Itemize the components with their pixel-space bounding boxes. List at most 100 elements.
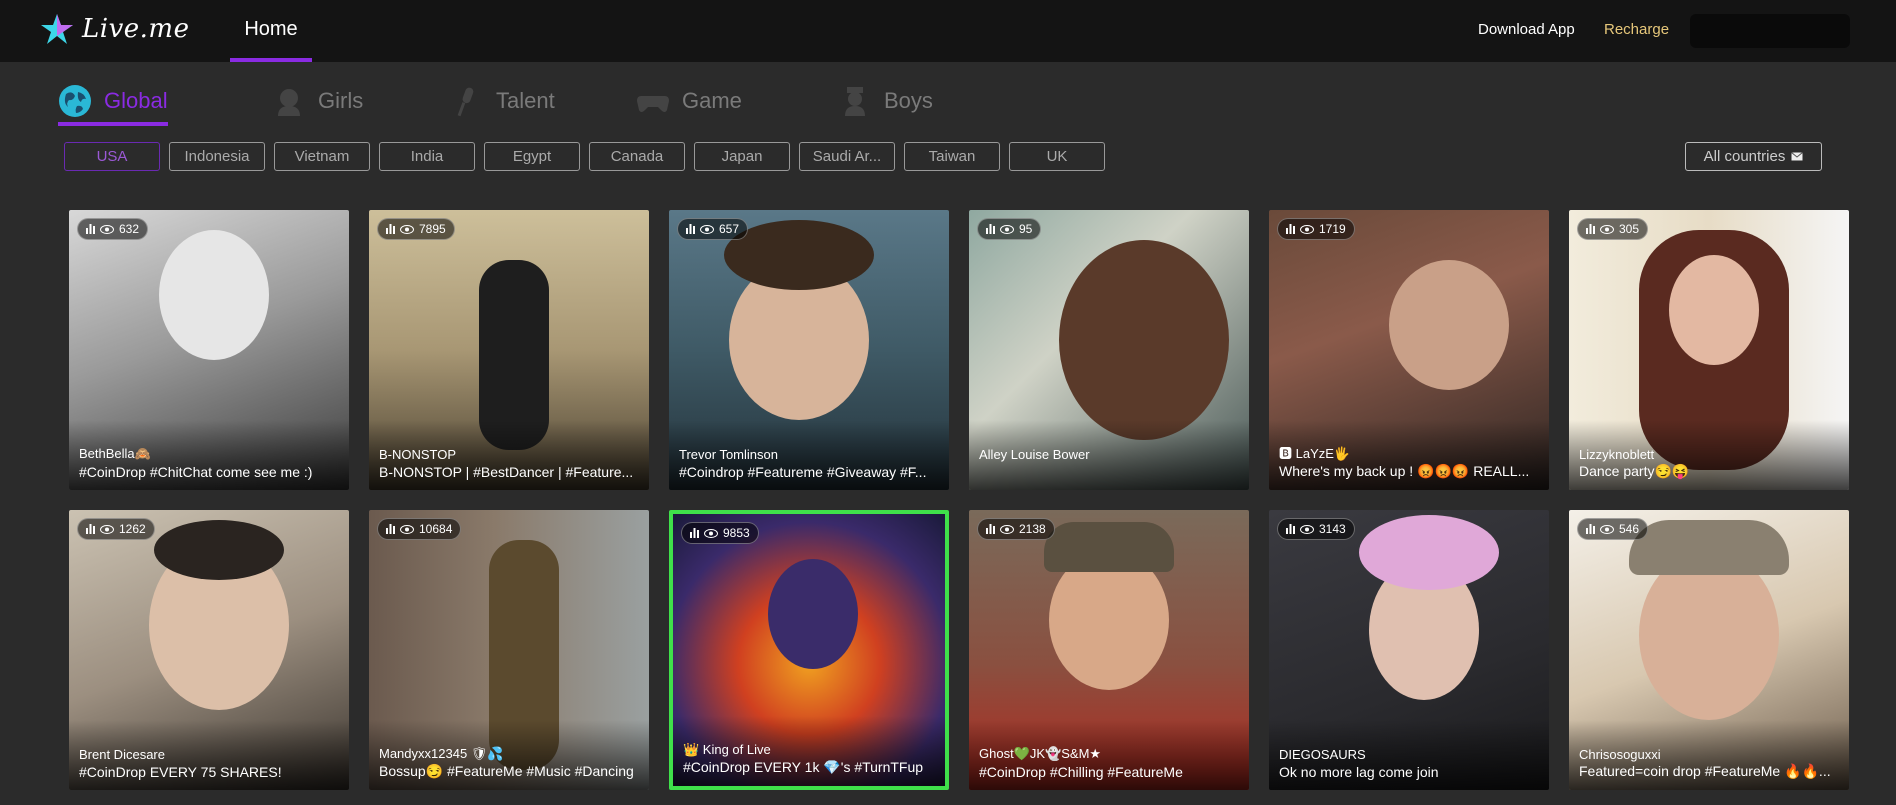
streamer-name: Lizzyknoblett — [1579, 447, 1655, 462]
country-saudi-arabia[interactable]: Saudi Ar... — [799, 142, 895, 171]
eye-icon — [1000, 224, 1014, 234]
eye-icon — [100, 524, 114, 534]
globe-icon — [59, 85, 91, 117]
live-bars-icon — [686, 224, 695, 234]
viewer-badge: 3143 — [1277, 518, 1355, 540]
tab-talent-label: Talent — [496, 88, 555, 113]
stream-card[interactable]: 546 Chrisosoguxxi Featured=coin drop #Fe… — [1569, 510, 1849, 790]
download-app-link[interactable]: Download App — [1478, 21, 1575, 38]
tab-talent[interactable]: Talent — [450, 78, 555, 124]
viewer-badge: 305 — [1577, 218, 1649, 240]
streamer-name: Brent Dicesare — [79, 747, 165, 762]
stream-card[interactable]: 657 Trevor Tomlinson #Coindrop #Featurem… — [669, 210, 949, 490]
viewer-count: 10684 — [419, 522, 453, 536]
viewer-badge: 1262 — [77, 518, 155, 540]
streamer-name: Mandyxx12345 🛡💦 — [379, 746, 504, 761]
stream-title: #Coindrop #Featureme #Giveaway #F... — [679, 464, 927, 480]
stream-thumbnail-cap — [1044, 522, 1174, 572]
live-bars-icon — [1586, 524, 1595, 534]
stream-title: B-NONSTOP | #BestDancer | #Feature... — [379, 464, 634, 480]
stream-title: Ok no more lag come join — [1279, 764, 1439, 780]
stream-title: #CoinDrop EVERY 1k 💎's #TurnTFup — [683, 759, 924, 775]
country-usa[interactable]: USA — [64, 142, 160, 171]
country-egypt[interactable]: Egypt — [484, 142, 580, 171]
recharge-link[interactable]: Recharge — [1604, 21, 1669, 38]
eye-icon — [100, 224, 114, 234]
stream-card[interactable]: 1719 🅱 LaYzE🖐 Where's my back up ! 😡😡😡 R… — [1269, 210, 1549, 490]
stream-card[interactable]: 3143 DIEGOSAURS Ok no more lag come join — [1269, 510, 1549, 790]
live-bars-icon — [1286, 224, 1295, 234]
stream-card[interactable]: 632 BethBella🙈 #CoinDrop #ChitChat come … — [69, 210, 349, 490]
all-countries-dropdown[interactable]: All countries — [1685, 142, 1822, 171]
viewer-count: 7895 — [419, 222, 446, 236]
stream-thumbnail-face — [1669, 255, 1759, 365]
stream-thumbnail-face — [1639, 550, 1779, 720]
viewer-count: 546 — [1619, 522, 1640, 536]
stream-card[interactable]: 305 Lizzyknoblett Dance party😏😝 — [1569, 210, 1849, 490]
eye-icon — [1600, 224, 1614, 234]
viewer-count: 95 — [1019, 222, 1033, 236]
stream-card-featured[interactable]: 9853 👑 King of Live #CoinDrop EVERY 1k 💎… — [669, 510, 949, 790]
streamer-name: DIEGOSAURS — [1279, 747, 1366, 762]
boy-icon — [845, 87, 865, 116]
live-bars-icon — [986, 224, 995, 234]
viewer-badge: 2138 — [977, 518, 1055, 540]
stream-card[interactable]: 2138 Ghost💚JK👻S&M★ #CoinDrop #Chilling #… — [969, 510, 1249, 790]
top-bar: Live.me Home Download App Recharge — [0, 0, 1896, 62]
stream-title: Dance party😏😝 — [1579, 463, 1690, 479]
viewer-count: 657 — [719, 222, 740, 236]
streamer-name: B-NONSTOP — [379, 447, 457, 462]
tab-girls[interactable]: Girls — [272, 78, 363, 124]
viewer-count: 1719 — [1319, 222, 1346, 236]
live-bars-icon — [386, 224, 395, 234]
streamer-name: 👑 King of Live — [683, 742, 771, 757]
viewer-badge: 7895 — [377, 218, 455, 240]
account-area[interactable] — [1690, 14, 1850, 48]
all-countries-label: All countries — [1703, 148, 1786, 165]
streamer-name: Alley Louise Bower — [979, 447, 1090, 462]
live-bars-icon — [986, 524, 995, 534]
live-bars-icon — [1586, 224, 1595, 234]
live-bars-icon — [86, 224, 95, 234]
stream-card[interactable]: 95 Alley Louise Bower — [969, 210, 1249, 490]
eye-icon — [400, 224, 414, 234]
star-logo-icon — [41, 14, 73, 44]
tab-boys[interactable]: Boys — [838, 78, 933, 124]
stream-card[interactable]: 7895 B-NONSTOP B-NONSTOP | #BestDancer |… — [369, 210, 649, 490]
streamer-name: Chrisosoguxxi — [1579, 747, 1661, 762]
viewer-badge: 546 — [1577, 518, 1649, 540]
eye-icon — [400, 524, 414, 534]
country-uk[interactable]: UK — [1009, 142, 1105, 171]
tab-global-label: Global — [104, 88, 168, 113]
nav-home-tab[interactable]: Home — [230, 0, 312, 62]
viewer-count: 2138 — [1019, 522, 1046, 536]
tab-game[interactable]: Game — [636, 78, 742, 124]
viewer-count: 1262 — [119, 522, 146, 536]
viewer-count: 305 — [1619, 222, 1640, 236]
stream-card[interactable]: 1262 Brent Dicesare #CoinDrop EVERY 75 S… — [69, 510, 349, 790]
eye-icon — [1600, 524, 1614, 534]
eye-icon — [1300, 524, 1314, 534]
country-canada[interactable]: Canada — [589, 142, 685, 171]
stream-thumbnail-face — [1059, 240, 1229, 440]
tab-game-label: Game — [682, 88, 742, 113]
country-taiwan[interactable]: Taiwan — [904, 142, 1000, 171]
gamepad-icon — [637, 96, 669, 112]
live-bars-icon — [86, 524, 95, 534]
streamer-name: BethBella🙈 — [79, 446, 151, 461]
stream-card[interactable]: 10684 Mandyxx12345 🛡💦 Bossup😏 #FeatureMe… — [369, 510, 649, 790]
country-japan[interactable]: Japan — [694, 142, 790, 171]
logo[interactable]: Live.me — [40, 12, 189, 46]
stream-thumbnail-face — [1389, 260, 1509, 390]
tab-girls-label: Girls — [318, 88, 364, 113]
country-vietnam[interactable]: Vietnam — [274, 142, 370, 171]
tab-global[interactable]: Global — [58, 78, 168, 126]
stream-thumbnail-hair — [1359, 515, 1499, 590]
country-indonesia[interactable]: Indonesia — [169, 142, 265, 171]
stream-thumbnail-face — [159, 230, 269, 360]
stream-title: #CoinDrop EVERY 75 SHARES! — [79, 764, 282, 780]
viewer-count: 3143 — [1319, 522, 1346, 536]
eye-icon — [1300, 224, 1314, 234]
logo-text: Live.me — [82, 14, 190, 44]
country-india[interactable]: India — [379, 142, 475, 171]
